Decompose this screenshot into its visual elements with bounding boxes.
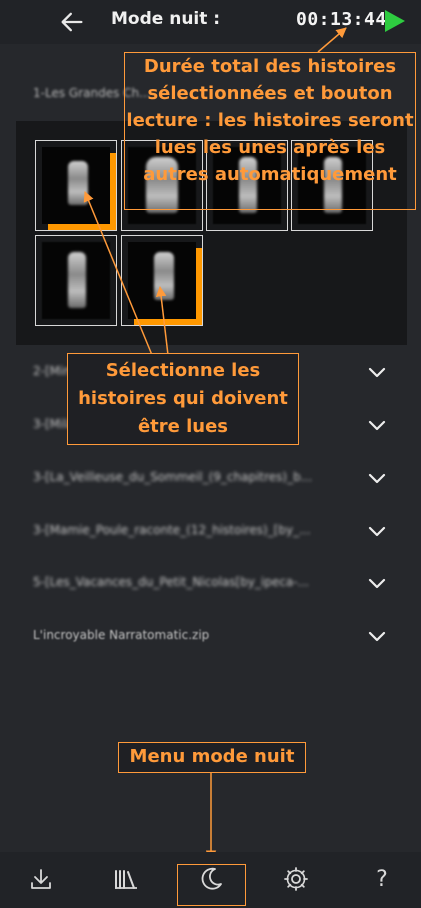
list-item[interactable]: L'incroyable Narratomatic.zip <box>0 616 421 656</box>
list-item-label: L'incroyable Narratomatic.zip <box>33 628 210 642</box>
list-item[interactable]: 5-[Les_Vacances_du_Petit_Nicolas[by_ipec… <box>0 563 421 603</box>
selection-annotation: Sélectionne les histoires qui doivent êt… <box>67 353 299 445</box>
bottom-navigation: ? <box>0 852 421 908</box>
list-item[interactable]: 3-[La_Veilleuse_du_Sommeil_(9_chapitres)… <box>0 458 421 498</box>
list-item[interactable]: 3-[Mamie_Poule_raconte_(12_histoires)_[b… <box>0 511 421 551</box>
total-duration: 00:13:44 <box>296 9 387 30</box>
help-icon[interactable]: ? <box>367 866 397 896</box>
list-item-label: 3-[La_Veilleuse_du_Sommeil_(9_chapitres)… <box>33 470 313 484</box>
story-image <box>128 242 196 319</box>
story-thumbnail[interactable] <box>121 235 203 326</box>
download-icon[interactable] <box>26 864 56 894</box>
chevron-down-icon[interactable] <box>367 468 387 488</box>
menu-annotation: Menu mode nuit <box>118 742 306 773</box>
list-item-label: 3-[Mamie_Poule_raconte_(12_histoires)_[b… <box>33 523 311 537</box>
settings-icon[interactable] <box>281 864 311 894</box>
list-item-label: 5-[Les_Vacances_du_Petit_Nicolas[by_ipec… <box>33 575 309 589</box>
moon-icon[interactable] <box>196 864 226 894</box>
story-thumbnail[interactable] <box>35 235 117 326</box>
chevron-down-icon[interactable] <box>367 362 387 382</box>
duration-annotation: Durée total des histoires sélectionnées … <box>124 52 416 210</box>
story-image <box>42 147 110 224</box>
top-bar: Mode nuit : 00:13:44 <box>0 0 421 44</box>
chevron-down-icon[interactable] <box>367 415 387 435</box>
chevron-down-icon[interactable] <box>367 573 387 593</box>
play-icon[interactable] <box>384 9 406 33</box>
app-screen: Mode nuit : 00:13:44 1-Les Grandes Ch...… <box>0 0 421 908</box>
arrow-left-icon[interactable] <box>58 8 86 36</box>
story-image <box>42 242 110 319</box>
page-title: Mode nuit : <box>111 9 221 29</box>
chevron-down-icon[interactable] <box>367 626 387 646</box>
story-thumbnail[interactable] <box>35 140 117 231</box>
chevron-down-icon[interactable] <box>367 521 387 541</box>
library-icon[interactable] <box>111 864 141 894</box>
